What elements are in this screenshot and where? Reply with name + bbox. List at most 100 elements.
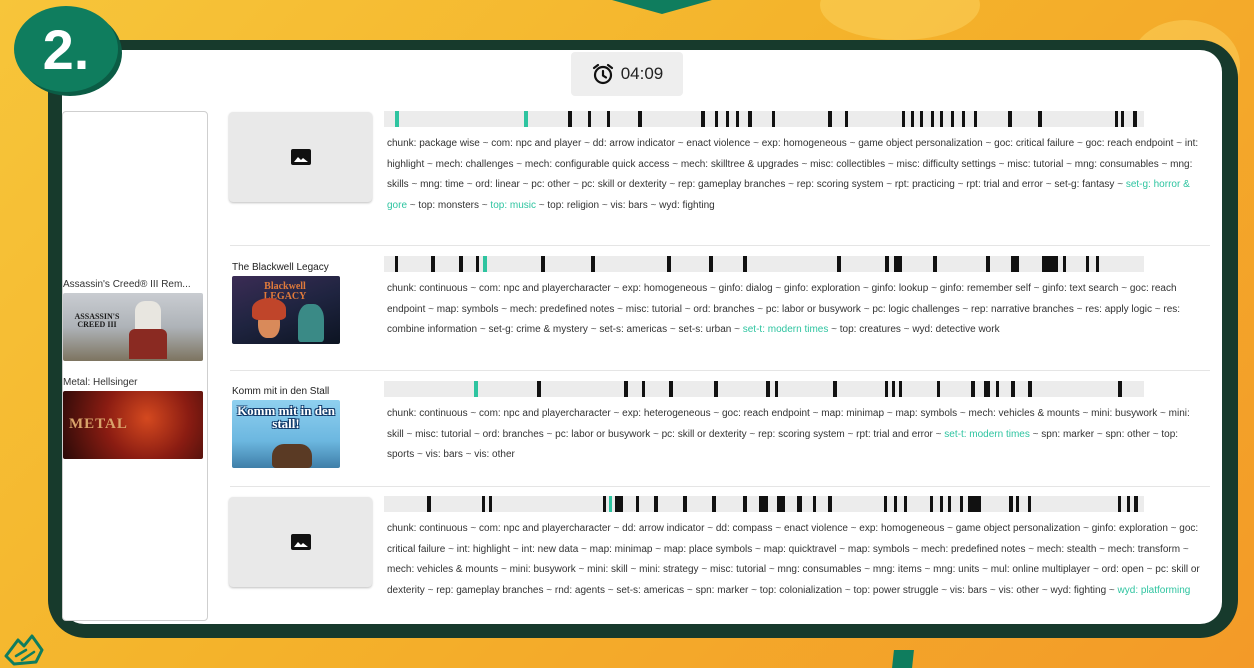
timeline-marker [700,111,705,127]
tag-chip: set-t: modern times [944,428,1030,440]
tag-chip: mech: challenges [435,158,514,170]
tag-separator: ~ [932,428,945,440]
tag-chip: vis: bars [425,449,463,460]
timeline-marker [960,496,964,512]
character-cloak [129,329,167,359]
tag-chip: rpt: trial and error [856,428,933,440]
tag-chip: ord: branches [693,303,755,315]
tag-chip: spn: marker [1041,428,1095,440]
timeline-marker [748,111,752,127]
timeline-marker [931,111,935,127]
tag-separator: ~ [1042,179,1055,190]
timeline-bar[interactable] [384,256,1144,272]
timeline-marker [827,111,832,127]
timeline-bar[interactable] [384,381,1144,397]
timeline-bar[interactable] [384,496,1144,512]
thumbnail-caption: METAL [69,416,128,432]
timeline-marker [985,256,990,272]
candidate-list-panel[interactable]: Assassin's Creed® III Rem... ASSASSIN'S … [62,111,208,621]
bottom-arrow-decoration [892,650,914,668]
timeline-marker [615,496,623,512]
tag-separator: ~ [513,158,525,170]
timeline-marker [758,496,768,512]
row-thumbnail[interactable]: Blackwell LEGACY [232,276,340,344]
tag-separator: ~ [1090,564,1102,575]
timeline-marker [797,496,802,512]
timeline-marker [776,496,785,512]
tag-chip: misc: collectibles [810,158,886,170]
tag-separator: ~ [681,303,694,315]
tag-separator: ~ [543,584,555,596]
ghost-figure [298,304,324,342]
image-placeholder[interactable] [229,112,372,202]
candidate-item[interactable]: Assassin's Creed® III Rem... ASSASSIN'S … [63,278,203,361]
timer-value: 04:09 [620,64,664,83]
tag-separator: ~ [1106,584,1118,596]
tag-list: chunk: continuous ~ com: npc and playerc… [387,519,1202,601]
timeline-marker [606,111,611,127]
timeline-marker [903,496,907,512]
timeline-marker [939,496,943,512]
tag-chip: int: new data [521,543,579,555]
tag-separator: ~ [766,564,778,575]
tag-separator: ~ [610,523,623,534]
tag-chip: set-g: crime & mystery [488,324,588,335]
tag-chip: rpt: trial and error [966,179,1043,190]
tag-separator: ~ [704,523,716,534]
tag-separator: ~ [1180,543,1189,555]
image-placeholder[interactable] [229,497,372,587]
tag-separator: ~ [479,138,492,149]
tag-separator: ~ [1157,408,1169,419]
tag-chip: game object personalization [858,138,983,149]
tag-list: chunk: continuous ~ com: npc and playerc… [387,404,1202,466]
tag-separator: ~ [731,324,743,335]
tag-chip: ginfo: exploration [784,283,861,294]
tag-chip: chunk: continuous [387,408,468,419]
timeline-marker [1126,496,1130,512]
tag-separator: ~ [754,303,766,315]
tag-chip: res: apply logic [1085,303,1152,315]
tag-separator: ~ [772,283,784,294]
candidate-thumbnail[interactable]: METAL [63,391,203,459]
tag-separator: ~ [610,408,623,419]
tag-chip: ord: branches [482,428,544,440]
tag-separator: ~ [1158,158,1171,170]
tag-separator: ~ [510,543,522,555]
tag-separator: ~ [884,408,896,419]
tag-separator: ~ [408,179,421,190]
timeline-marker [995,381,999,397]
tag-separator: ~ [1080,523,1092,534]
candidate-thumbnail[interactable]: ASSASSIN'S CREED III [63,293,203,361]
tag-chip: pc: skill or dexterity [581,179,667,190]
tag-chip: com: npc and playercharacter [479,283,611,294]
timeline-marker [394,256,399,272]
tag-chip: map: symbols [847,543,910,555]
tag-separator: ~ [599,199,611,211]
timeline-marker [970,381,975,397]
tag-separator: ~ [1143,564,1156,575]
tag-chip: mini: strategy [639,564,699,575]
tag-separator: ~ [750,138,762,149]
tag-separator: ~ [669,158,681,170]
timeline-marker [929,496,933,512]
timeline-marker [836,256,841,272]
row-thumbnail[interactable]: Komm mit in den stall! [232,400,340,468]
tag-chip: com: npc and playercharacter [479,408,611,419]
timeline-marker [683,496,688,512]
timeline-marker [884,381,888,397]
timeline-bar[interactable] [384,111,1144,127]
tag-separator: ~ [828,324,840,335]
timeline-marker [1007,111,1012,127]
tag-chip: map: symbols [436,303,499,315]
tag-separator: ~ [403,428,416,440]
tag-separator: ~ [1094,428,1106,440]
tag-separator: ~ [424,158,436,170]
timeline-marker [715,111,719,127]
tag-separator: ~ [650,428,662,440]
tag-chip: rpt: practicing [894,179,955,190]
timeline-marker [653,496,658,512]
timeline-marker [1118,496,1122,512]
timeline-marker [893,496,897,512]
tag-separator: ~ [959,303,972,315]
candidate-item[interactable]: Metal: Hellsinger METAL [63,376,203,459]
